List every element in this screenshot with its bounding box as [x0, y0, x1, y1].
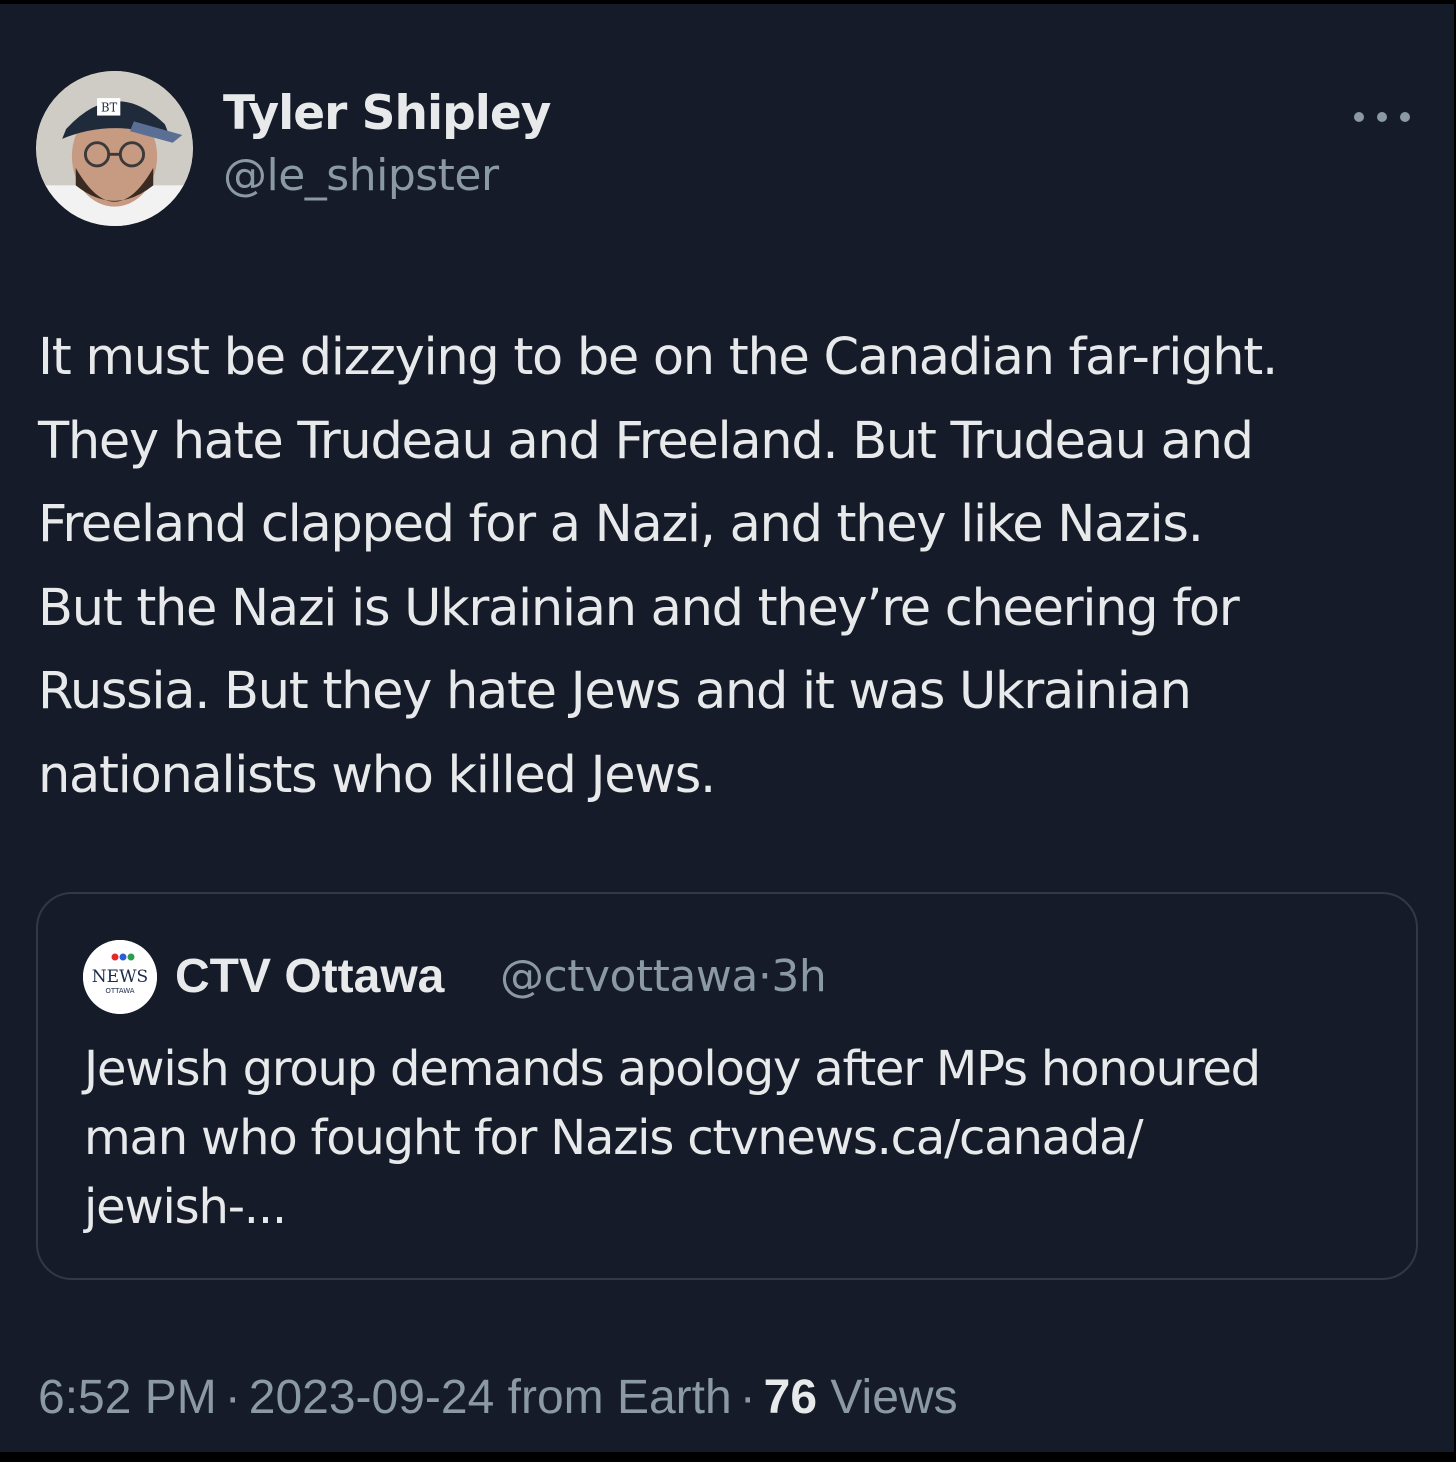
- author-avatar[interactable]: BT: [36, 71, 193, 226]
- tweet-date[interactable]: 2023-09-24: [249, 1371, 495, 1424]
- quoted-author-avatar[interactable]: NEWS OTTAWA: [83, 940, 157, 1014]
- quoted-tweet-card[interactable]: NEWS OTTAWA CTV Ottawa @ctvottawa·3h Jew…: [36, 892, 1418, 1280]
- more-options-button[interactable]: [1350, 100, 1414, 134]
- ctv-news-ottawa-logo-icon: NEWS OTTAWA: [83, 940, 157, 1014]
- quoted-author-handle[interactable]: @ctvottawa: [500, 951, 758, 1002]
- svg-text:BT: BT: [101, 101, 118, 115]
- tweet-footer: 6:52 PM · 2023-09-24 from Earth · 76 Views: [38, 1370, 958, 1425]
- screenshot-frame: BT Tyler Shipley @le_shipster It must be…: [0, 0, 1456, 1462]
- svg-text:OTTAWA: OTTAWA: [105, 987, 134, 995]
- footer-separator: ·: [224, 1371, 241, 1424]
- tweet-time[interactable]: 6:52 PM: [38, 1371, 217, 1424]
- author-display-name[interactable]: Tyler Shipley: [223, 86, 551, 141]
- meta-separator: ·: [757, 951, 772, 1002]
- tweet-text: It must be dizzying to be on the Canadia…: [38, 328, 1278, 805]
- quoted-tweet-age[interactable]: 3h: [771, 951, 826, 1002]
- quoted-author-display-name[interactable]: CTV Ottawa: [175, 949, 444, 1004]
- quoted-tweet-text: Jewish group demands apology after MPs h…: [84, 1041, 1261, 1235]
- author-handle[interactable]: @le_shipster: [223, 150, 499, 201]
- footer-separator: ·: [739, 1371, 756, 1424]
- svg-text:NEWS: NEWS: [92, 967, 148, 987]
- more-dots-icon: [1377, 112, 1387, 122]
- views-label: Views: [830, 1371, 958, 1424]
- views-count[interactable]: 76: [764, 1371, 817, 1424]
- more-dots-icon: [1354, 112, 1364, 122]
- quoted-author-meta: @ctvottawa·3h: [500, 951, 827, 1002]
- profile-photo-icon: BT: [37, 71, 192, 226]
- tweet-card: BT Tyler Shipley @le_shipster It must be…: [0, 4, 1454, 1452]
- more-dots-icon: [1400, 112, 1410, 122]
- tweet-source: from Earth: [507, 1371, 732, 1424]
